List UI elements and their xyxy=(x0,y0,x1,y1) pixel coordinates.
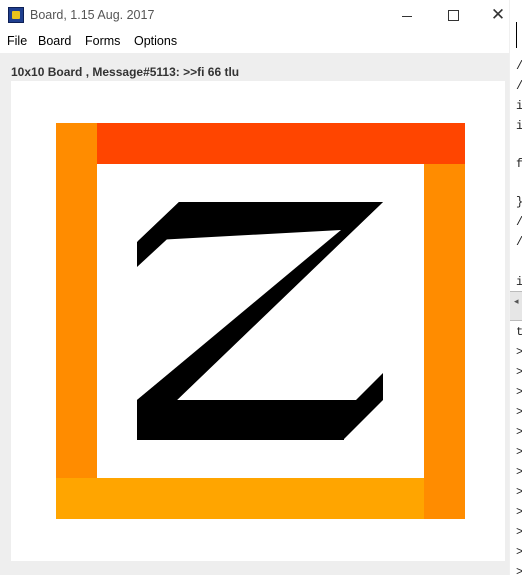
background-code-char: > xyxy=(516,525,522,539)
board-background xyxy=(56,123,465,519)
background-window-edge[interactable]: //iif}//ift>>>>>>>>>>>> xyxy=(510,0,522,575)
background-code-char: > xyxy=(516,565,522,575)
background-code-char: i xyxy=(516,119,522,133)
maximize-button[interactable] xyxy=(430,0,476,31)
minimize-icon xyxy=(402,16,412,17)
background-code-char: } xyxy=(516,196,522,208)
background-code-char: > xyxy=(516,425,522,439)
title-bar[interactable]: Board, 1.15 Aug. 2017 ✕ xyxy=(0,0,509,31)
board-app-icon[interactable] xyxy=(8,7,24,23)
background-code-char: > xyxy=(516,505,522,519)
background-code-char: / xyxy=(516,80,522,92)
splitter-arrow-icon: ◂ xyxy=(514,296,519,306)
background-code-char: > xyxy=(516,405,522,419)
background-code-char: / xyxy=(516,236,522,248)
background-code-char: i xyxy=(516,99,522,113)
menu-forms[interactable]: Forms xyxy=(85,34,120,48)
left-bar[interactable] xyxy=(56,123,97,478)
window-title: Board, 1.15 Aug. 2017 xyxy=(30,8,155,22)
right-bar[interactable] xyxy=(424,164,465,519)
background-code-char: > xyxy=(516,365,522,379)
text-caret xyxy=(516,22,517,48)
background-code-char: t xyxy=(516,325,522,339)
menu-options[interactable]: Options xyxy=(134,34,177,48)
background-code-char: > xyxy=(516,445,522,459)
close-icon: ✕ xyxy=(490,5,506,25)
background-code-char: / xyxy=(516,216,522,228)
minimize-button[interactable] xyxy=(384,0,430,31)
background-code-char: i xyxy=(516,275,522,289)
background-code-char: > xyxy=(516,545,522,559)
background-code-char: / xyxy=(516,60,522,72)
bottom-bar[interactable] xyxy=(56,478,424,519)
background-code-char: > xyxy=(516,485,522,499)
background-splitter[interactable]: ◂ xyxy=(510,291,522,321)
status-message: 10x10 Board , Message#5113: >>fi 66 tlu xyxy=(11,65,240,79)
menu-bar: File Board Forms Options xyxy=(0,31,509,54)
board-content: 10x10 Board , Message#5113: >>fi 66 tlu xyxy=(0,53,509,575)
top-bar[interactable] xyxy=(97,123,465,164)
board-window: Board, 1.15 Aug. 2017 ✕ File Board Forms… xyxy=(0,0,509,575)
background-code-char: f xyxy=(516,157,522,171)
background-code-char: > xyxy=(516,465,522,479)
maximize-icon xyxy=(447,10,459,21)
board-graphic[interactable] xyxy=(11,81,505,561)
background-code-char: > xyxy=(516,385,522,399)
menu-board[interactable]: Board xyxy=(38,34,71,48)
background-code-char: > xyxy=(516,345,522,359)
board-canvas[interactable] xyxy=(11,81,505,561)
menu-file[interactable]: File xyxy=(7,34,27,48)
